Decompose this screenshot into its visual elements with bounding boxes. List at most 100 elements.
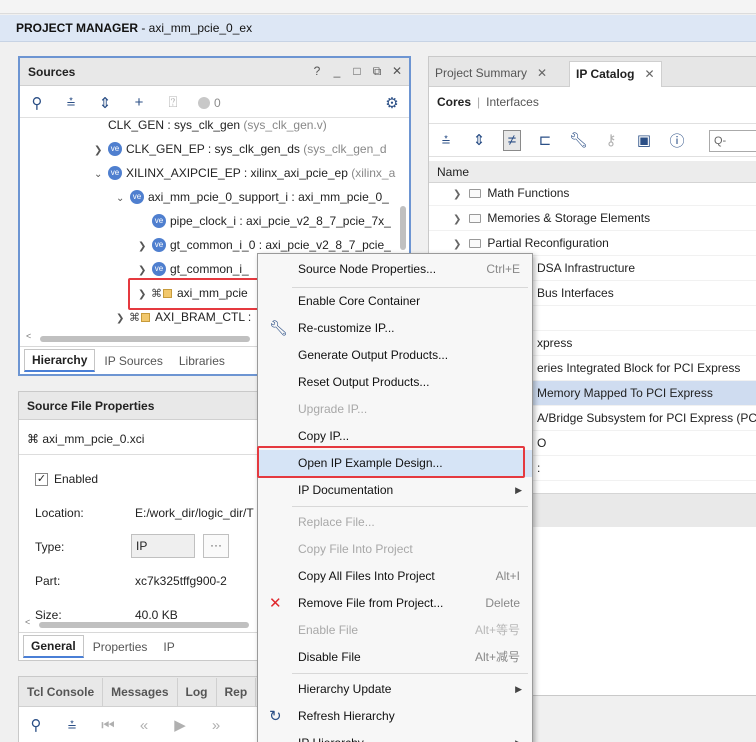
tab-tcl-console[interactable]: Tcl Console (19, 677, 104, 706)
chevron-right-icon[interactable]: ❯ (94, 140, 106, 162)
info-icon[interactable]: ⓘ (668, 130, 686, 151)
menu-source-node-properties[interactable]: Source Node Properties... Ctrl+E (258, 256, 532, 283)
top-strip (0, 0, 756, 14)
remove-x-icon: ✕ (269, 595, 282, 612)
submenu-arrow-icon: ▶ (515, 485, 522, 495)
tree-row-gt-common[interactable]: ❯ ve gt_common_i_ (138, 258, 249, 280)
folder-icon (469, 214, 482, 224)
verilog-icon: ve (152, 261, 166, 276)
checkmark-icon[interactable]: ✓ (35, 473, 48, 487)
menu-disable-file[interactable]: Disable File Alt+减号 (258, 644, 532, 671)
name-column-header[interactable]: Name (429, 161, 756, 183)
right-tabs: Project Summary ✕ IP Catalog ✕ (429, 57, 756, 87)
props-file: ⌘ axi_mm_pcie_0.xci (27, 432, 145, 446)
tree-row-clk-gen-ep[interactable]: ❯ ve CLK_GEN_EP : sys_clk_gen_ds (sys_clk_… (94, 138, 387, 160)
add-sources-icon[interactable]: + (130, 94, 148, 111)
chevron-right-icon[interactable]: ❯ (116, 308, 128, 330)
menu-upgrade-ip: Upgrade IP... (298, 402, 368, 416)
hierarchy-icon[interactable]: ⊏ (536, 131, 554, 149)
part-label: Part: (35, 574, 61, 588)
verilog-icon: ve (108, 141, 122, 156)
tab-ip-catalog[interactable]: IP Catalog ✕ (569, 61, 662, 87)
menu-copy-file-into-project: Copy File Into Project (298, 542, 413, 556)
search-icon[interactable]: ⚲ (28, 94, 46, 112)
menu-ip-documentation[interactable]: IP Documentation ▶ (258, 477, 532, 504)
tab-reports[interactable]: Rep (217, 677, 257, 706)
float-icon[interactable]: ⧉ (371, 64, 383, 79)
question-icon[interactable]: ⍰ (164, 94, 182, 111)
type-field[interactable]: IP (131, 534, 195, 558)
wrench-icon[interactable]: 🔧︎ (569, 131, 588, 149)
verilog-icon: ve (130, 189, 144, 204)
enabled-checkbox[interactable]: ✓ Enabled (35, 472, 98, 487)
menu-copy-all-files[interactable]: Copy All Files Into Project Alt+I (258, 563, 532, 590)
tree-row-xilinx-axipcie-ep[interactable]: ⌄ ve XILINX_AXIPCIE_EP : xilinx_axi_pcie_e… (94, 162, 395, 184)
collapse-all-icon[interactable]: ⩮ (62, 94, 80, 111)
collapse-all-icon[interactable]: ⩮ (63, 717, 81, 734)
catalog-row[interactable]: ❯ Math Functions (429, 181, 756, 206)
ip-core-icon: ⌘ (129, 312, 140, 324)
menu-enable-core-container[interactable]: Enable Core Container (258, 288, 532, 315)
menu-hierarchy-update[interactable]: Hierarchy Update ▶ (258, 676, 532, 703)
close-icon[interactable]: ✕ (391, 64, 403, 79)
tab-project-summary[interactable]: Project Summary ✕ (429, 61, 553, 87)
tab-general[interactable]: General (23, 635, 84, 658)
tab-properties[interactable]: Properties (86, 637, 155, 657)
sources-toolbar: ⚲ ⩮ ⇕ + ⍰ 0 ⚙ (20, 88, 409, 118)
chevron-down-icon[interactable]: ⌄ (94, 164, 106, 186)
key-icon[interactable]: ⚷ (602, 131, 620, 149)
menu-highlight-box (257, 446, 525, 478)
menu-reset-output-products[interactable]: Reset Output Products... (258, 369, 532, 396)
expand-all-icon[interactable]: ⇕ (96, 94, 114, 112)
tree-row-pipe-clock[interactable]: ve pipe_clock_i : axi_pcie_v2_8_7_pcie_7x… (150, 210, 391, 232)
verilog-icon: ve (152, 237, 166, 252)
menu-enable-file: Enable File Alt+等号 (298, 623, 520, 637)
chip-icon[interactable]: ▣ (635, 131, 653, 149)
gear-icon[interactable]: ⚙ (383, 94, 401, 112)
status-count: 0 (198, 96, 221, 110)
menu-ip-hierarchy[interactable]: IP Hierarchy▶ (258, 730, 532, 742)
sources-title: Sources (28, 65, 76, 79)
next-icon[interactable]: » (207, 717, 225, 734)
catalog-search-input[interactable]: Q- (709, 130, 756, 152)
minimize-icon[interactable]: _ (331, 64, 343, 79)
type-browse-button[interactable]: ··· (203, 534, 229, 558)
search-icon[interactable]: ⚲ (27, 716, 45, 734)
tab-hierarchy[interactable]: Hierarchy (24, 349, 96, 372)
cores-link[interactable]: Cores (437, 95, 471, 109)
chevron-down-icon[interactable]: ⌄ (116, 188, 128, 210)
tab-messages[interactable]: Messages (103, 677, 178, 706)
catalog-row[interactable]: ❯ Memories & Storage Elements (429, 206, 756, 231)
play-icon[interactable]: ▶ (171, 716, 189, 734)
refresh-icon: ↻ (269, 708, 282, 725)
location-label: Location: (35, 506, 84, 520)
previous-icon[interactable]: « (135, 717, 153, 734)
props-horizontal-scrollbar[interactable]: < (25, 617, 261, 630)
tab-ip-sources[interactable]: IP Sources (97, 351, 169, 371)
help-icon[interactable]: ? (311, 64, 323, 79)
tree-horizontal-scrollbar[interactable]: < (26, 331, 262, 344)
collapse-all-icon[interactable]: ⩮ (437, 132, 455, 149)
tab-libraries[interactable]: Libraries (172, 351, 232, 371)
type-label: Type: (35, 540, 65, 554)
maximize-icon[interactable]: □ (351, 64, 363, 79)
first-icon[interactable]: ⏮ (99, 717, 117, 734)
filter-icon[interactable]: ≠ (503, 129, 521, 151)
tab-log[interactable]: Log (178, 677, 217, 706)
close-icon[interactable]: ✕ (644, 67, 654, 81)
menu-generate-output-products[interactable]: Generate Output Products... (258, 342, 532, 369)
close-icon[interactable]: ✕ (537, 66, 547, 80)
menu-refresh-hierarchy[interactable]: ↻ Refresh Hierarchy (258, 703, 532, 730)
chevron-right-icon[interactable]: ❯ (138, 236, 150, 258)
expand-all-icon[interactable]: ⇕ (470, 131, 488, 149)
interfaces-link[interactable]: Interfaces (486, 95, 539, 109)
menu-remove-file[interactable]: ✕ Remove File from Project... Delete (258, 590, 532, 617)
status-dot-icon (198, 96, 210, 109)
tree-row-support-i[interactable]: ⌄ ve axi_mm_pcie_0_support_i : axi_mm_pcie… (116, 186, 389, 208)
tree-highlight-box (128, 278, 272, 310)
menu-recustomize-ip[interactable]: 🔧︎ Re-customize IP... (258, 315, 532, 342)
folder-icon (469, 239, 482, 249)
tree-row-clk-gen[interactable]: CLK_GEN : sys_clk_gen (sys_clk_gen.v) (108, 120, 327, 136)
submenu-arrow-icon: ▶ (515, 730, 522, 742)
tab-ip[interactable]: IP (156, 637, 181, 657)
